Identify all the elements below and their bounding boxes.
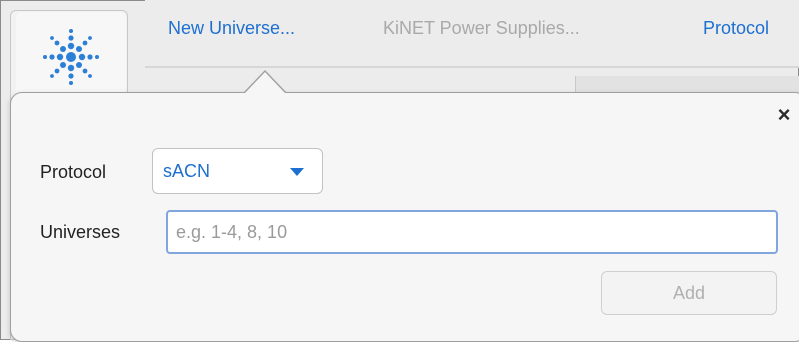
protocol-select-value: sACN bbox=[163, 161, 211, 181]
protocol-select[interactable]: sACN bbox=[152, 148, 323, 194]
universes-input[interactable] bbox=[166, 210, 778, 254]
add-button[interactable]: Add bbox=[601, 271, 777, 315]
tab-protocol[interactable]: Protocol bbox=[703, 18, 769, 39]
toolbar-divider bbox=[145, 66, 799, 68]
tab-new-universe[interactable]: New Universe... bbox=[168, 18, 295, 39]
toolbar: New Universe... KiNET Power Supplies... … bbox=[145, 0, 799, 66]
logo-tile bbox=[16, 12, 126, 100]
protocol-label: Protocol bbox=[40, 162, 107, 182]
popover-arrow-fill bbox=[245, 72, 285, 93]
chevron-down-icon bbox=[290, 168, 304, 176]
close-icon[interactable]: × bbox=[772, 103, 796, 127]
tab-kinet-power-supplies: KiNET Power Supplies... bbox=[383, 18, 580, 38]
starburst-logo-icon bbox=[43, 29, 99, 85]
universes-label: Universes bbox=[40, 222, 121, 242]
